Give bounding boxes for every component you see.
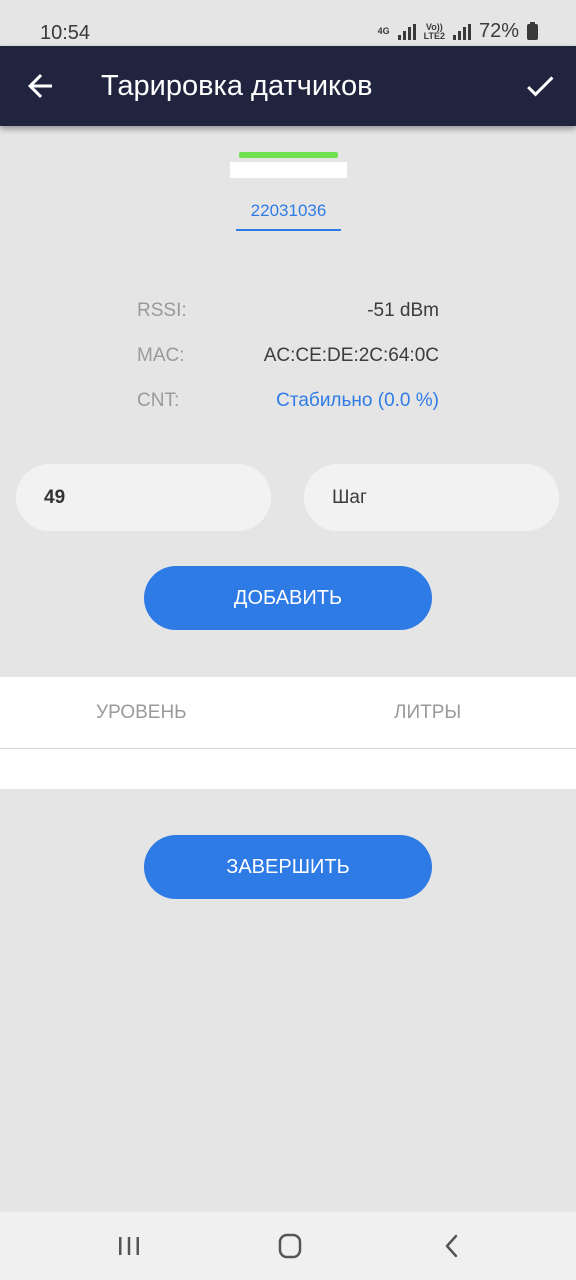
- battery-icon: [527, 21, 538, 40]
- rssi-value: -51 dBm: [367, 300, 439, 321]
- volte-icon: Vo)) LTE2: [423, 21, 445, 41]
- calibration-table: УРОВЕНЬ ЛИТРЫ: [0, 677, 576, 789]
- signal-bars-2-icon: [452, 23, 471, 40]
- cnt-value: Стабильно (0.0 %): [276, 390, 439, 411]
- system-nav-bar: [0, 1212, 576, 1280]
- recents-icon[interactable]: [109, 1230, 149, 1262]
- signal-bars-icon: [397, 23, 416, 40]
- add-button[interactable]: ДОБАВИТЬ: [144, 566, 432, 630]
- table-header: УРОВЕНЬ ЛИТРЫ: [0, 677, 576, 748]
- level-value-input[interactable]: [16, 464, 271, 531]
- table-divider: [0, 748, 576, 749]
- home-icon[interactable]: [270, 1230, 310, 1262]
- status-indicators: 4G Vo)) LTE2 72%: [378, 20, 538, 43]
- arrow-left-icon[interactable]: [22, 68, 58, 104]
- page-title: Тарировка датчиков: [101, 70, 373, 102]
- status-bar: 10:54 4G Vo)) LTE2 72%: [0, 0, 576, 46]
- cnt-label: CNT:: [137, 390, 180, 411]
- battery-percent: 72%: [478, 20, 519, 42]
- step-input[interactable]: [304, 464, 559, 531]
- app-bar: Тарировка датчиков: [0, 46, 576, 126]
- finish-button[interactable]: ЗАВЕРШИТЬ: [144, 835, 432, 899]
- column-level: УРОВЕНЬ: [96, 702, 187, 723]
- rssi-label: RSSI:: [137, 300, 187, 321]
- network-type-icon: 4G: [377, 26, 390, 36]
- status-time: 10:54: [40, 22, 91, 44]
- device-id-underline: [236, 229, 341, 231]
- device-name-field: [230, 162, 347, 178]
- device-id-link[interactable]: 22031036: [236, 200, 341, 222]
- column-liters: ЛИТРЫ: [394, 702, 462, 723]
- mac-label: MAC:: [137, 345, 185, 366]
- mac-value: AC:CE:DE:2C:64:0C: [263, 345, 439, 366]
- check-icon[interactable]: [522, 68, 558, 104]
- signal-strength-bar: [239, 152, 338, 158]
- nav-back-icon[interactable]: [432, 1230, 472, 1262]
